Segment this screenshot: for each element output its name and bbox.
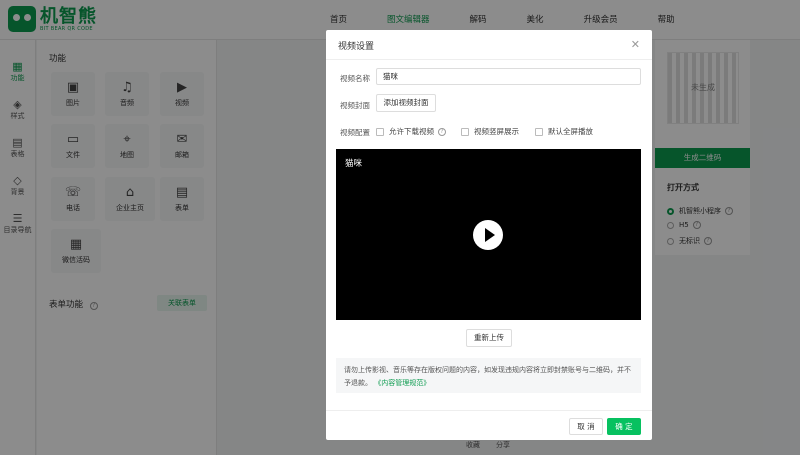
checkbox[interactable] <box>376 127 384 136</box>
checkbox[interactable] <box>461 127 469 136</box>
dialog-header: 视频设置 ✕ <box>326 30 652 60</box>
portrait-display-option[interactable]: 视频竖屏展示 <box>461 126 519 137</box>
close-icon[interactable]: ✕ <box>631 38 640 51</box>
video-name-label: 视频名称 <box>340 74 370 83</box>
confirm-button[interactable]: 确 定 <box>607 418 641 435</box>
fullscreen-play-option[interactable]: 默认全屏播放 <box>535 126 593 137</box>
content-policy-link[interactable]: 《内容管理规范》 <box>374 379 430 387</box>
option-label: 视频竖屏展示 <box>474 127 519 136</box>
video-cover-label: 视频封面 <box>340 101 370 110</box>
option-label: 默认全屏播放 <box>548 127 593 136</box>
help-icon[interactable]: ? <box>438 127 446 136</box>
copyright-notice: 请勿上传影视、音乐等存在版权问题的内容，如发现违规内容将立即封禁账号与二维码，并… <box>336 358 641 393</box>
add-cover-button[interactable]: 添加视频封面 <box>376 94 436 112</box>
dialog-title: 视频设置 <box>338 42 375 52</box>
video-name-input[interactable] <box>376 68 641 85</box>
allow-download-option[interactable]: 允许下载视频 ? <box>376 126 446 137</box>
option-label: 允许下载视频 <box>389 127 434 136</box>
dialog-footer: 取 消 确 定 <box>326 410 652 440</box>
reupload-button[interactable]: 重新上传 <box>466 329 512 347</box>
video-title: 猫咪 <box>345 159 363 169</box>
checkbox[interactable] <box>535 127 543 136</box>
video-settings-dialog: 视频设置 ✕ 视频名称 视频封面 添加视频封面 视频配置 允许下载视频 ? 视频… <box>326 30 652 440</box>
video-config-label: 视频配置 <box>340 128 370 137</box>
play-icon[interactable] <box>473 220 503 250</box>
cancel-button[interactable]: 取 消 <box>569 418 603 435</box>
video-player[interactable]: 猫咪 <box>336 149 641 320</box>
